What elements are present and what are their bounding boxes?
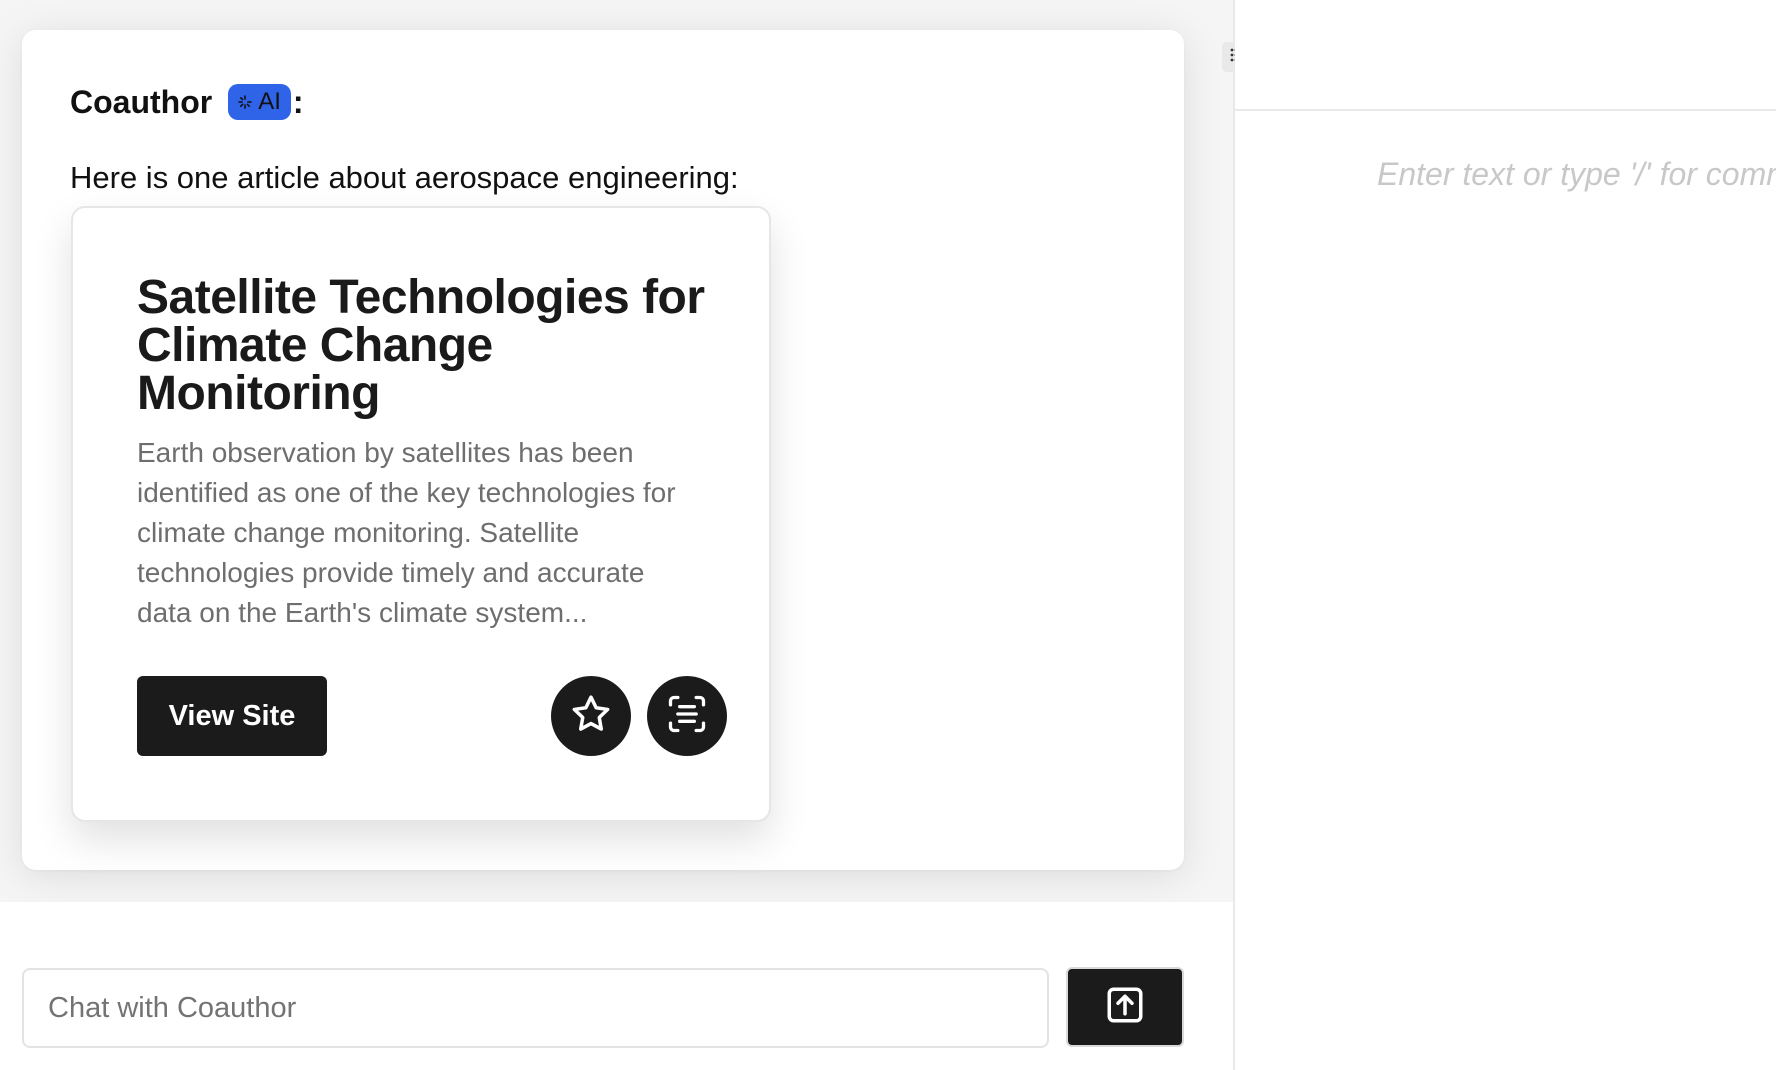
chat-composer [22,968,1049,1048]
view-site-button[interactable]: View Site [137,676,327,756]
editor-pane: Enter text or type '/' for commands [1235,0,1776,1070]
upload-arrow-icon [1104,984,1146,1031]
message-text: Here is one article about aerospace engi… [70,160,739,195]
article-description: Earth observation by satellites has been… [137,437,676,628]
summary-scan-icon [665,692,709,741]
editor-input[interactable]: Enter text or type '/' for commands [1377,156,1776,193]
star-icon [569,692,613,741]
favorite-button[interactable] [551,676,631,756]
ai-badge-label: AI [258,88,281,115]
summarize-button[interactable] [647,676,727,756]
app-window: Coauthor AI: Here is one article about … [0,0,1776,1070]
message-header: Coauthor AI: [70,80,304,124]
ai-message-card: Coauthor AI: Here is one article about … [22,30,1184,870]
header-colon: : [292,83,304,120]
send-button[interactable] [1066,967,1184,1047]
chat-pane: Coauthor AI: Here is one article about … [0,0,1233,1070]
editor-toolbar [1235,0,1776,111]
ai-badge: AI [228,84,291,120]
message-author: Coauthor [70,83,213,120]
sparkle-icon [238,95,253,109]
article-card: Satellite Technologies for Climate Chang… [71,206,771,822]
article-title: Satellite Technologies for Climate Chang… [137,271,705,420]
chat-messages-area[interactable]: Coauthor AI: Here is one article about … [0,0,1233,902]
chat-input[interactable] [48,991,1047,1025]
